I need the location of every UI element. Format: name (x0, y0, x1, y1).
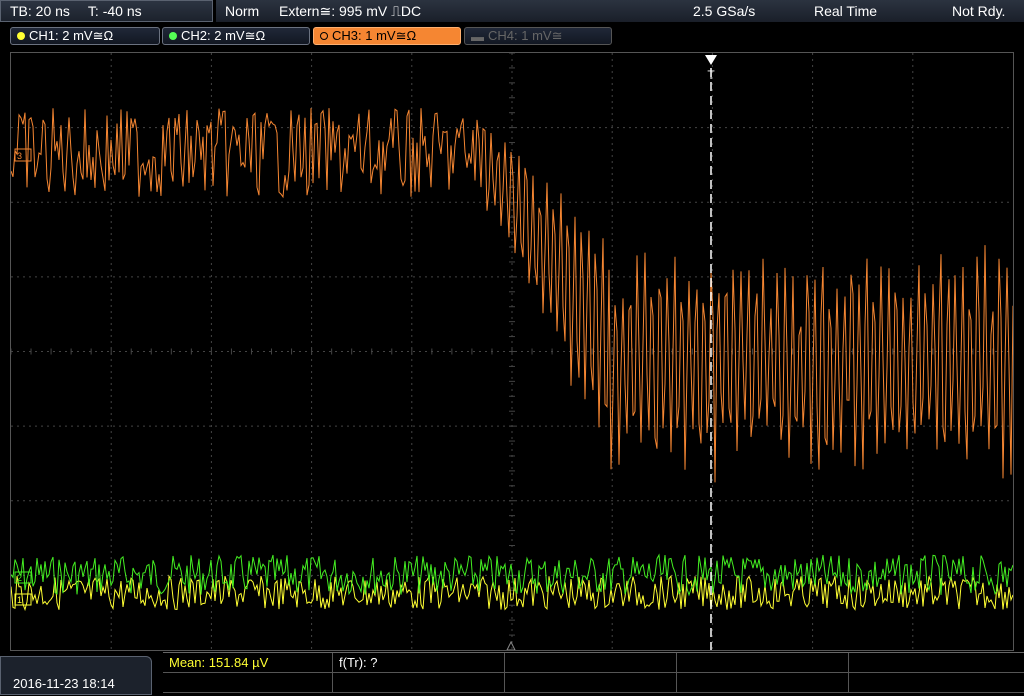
waveform-display[interactable]: T 3 2 1 (10, 52, 1014, 651)
ch2-indicator-icon (169, 32, 177, 40)
channel-bar: CH1: 2 mV≅Ω CH2: 2 mV≅Ω CH3: 1 mV≅Ω ▬ CH… (0, 24, 1024, 49)
measurement-slot-5[interactable] (849, 653, 1024, 673)
svg-text:2: 2 (17, 573, 22, 583)
trigger-source-label: Extern≅: 995 mV ⎍DC (279, 3, 422, 19)
measurement-slot-3[interactable] (505, 653, 677, 673)
acquisition-mode-label: Real Time (814, 3, 878, 19)
channel-tab-ch1[interactable]: CH1: 2 mV≅Ω (10, 27, 160, 45)
ch3-offset-marker[interactable]: 3 (14, 148, 32, 162)
trigger-time-label: T: -40 ns (87, 3, 142, 19)
measurement-slot-8[interactable] (505, 673, 677, 693)
acquisition-panel[interactable]: Norm Extern≅: 995 mV ⎍DC 2.5 GSa/s Real … (216, 0, 1024, 22)
measurement-panel[interactable]: Mean: 151.84 µV f(Tr): ? (163, 652, 1024, 696)
graticule (11, 53, 1013, 650)
ch1-label: CH1: 2 mV≅Ω (29, 28, 114, 43)
measurement-mean[interactable]: Mean: 151.84 µV (163, 653, 333, 673)
channel-tab-ch2[interactable]: CH2: 2 mV≅Ω (162, 27, 310, 45)
bottom-bar: 2016-11-23 18:14 Mean: 151.84 µV f(Tr): … (0, 652, 1024, 695)
measurement-slot-9[interactable] (677, 673, 849, 693)
svg-text:1: 1 (17, 595, 22, 605)
ch2-label: CH2: 2 mV≅Ω (181, 28, 266, 43)
measurement-slot-10[interactable] (849, 673, 1024, 693)
ch3-indicator-icon (320, 32, 328, 40)
ch4-label: CH4: 1 mV≅ (488, 28, 563, 43)
measurement-slot-6[interactable] (163, 673, 333, 693)
ch1-indicator-icon (17, 32, 25, 40)
ch3-label: CH3: 1 mV≅Ω (332, 28, 417, 43)
svg-text:3: 3 (17, 151, 22, 161)
timebase-panel[interactable]: TB: 20 ns T: -40 ns (0, 0, 213, 22)
trigger-mode-label: Norm (225, 3, 260, 19)
channel-tab-ch3[interactable]: CH3: 1 mV≅Ω (313, 27, 461, 45)
channel-tab-ch4[interactable]: ▬ CH4: 1 mV≅ (464, 27, 612, 45)
waveform-canvas: T 3 2 1 (11, 53, 1013, 650)
datetime-panel: 2016-11-23 18:14 (0, 656, 152, 695)
ch4-indicator-icon: ▬ (471, 28, 484, 44)
trigger-position-arrow-icon[interactable] (705, 55, 717, 65)
center-time-marker-icon (506, 640, 516, 650)
run-state-label: Not Rdy. (952, 3, 1006, 19)
trigger-marker-label: T (707, 68, 715, 82)
measurement-slot-4[interactable] (677, 653, 849, 673)
status-bar: TB: 20 ns T: -40 ns Norm Extern≅: 995 mV… (0, 0, 1024, 24)
measurement-slot-7[interactable] (333, 673, 505, 693)
sample-rate-label: 2.5 GSa/s (693, 3, 756, 19)
timebase-label: TB: 20 ns (10, 3, 70, 19)
measurement-ftr[interactable]: f(Tr): ? (333, 653, 505, 673)
datetime-label: 2016-11-23 18:14 (13, 676, 115, 691)
